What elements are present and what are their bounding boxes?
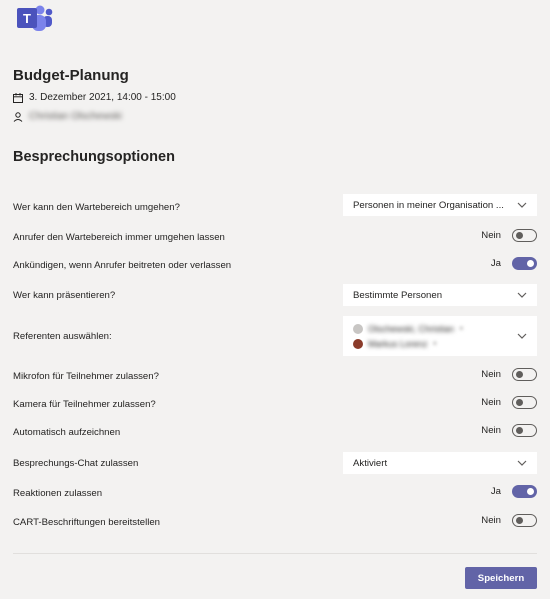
presenter-name: Markus Lorenz [368,338,428,349]
autorecord-toggle[interactable] [512,424,537,437]
avatar [353,338,363,349]
autorecord-toggle-group: Nein [481,424,537,437]
option-callers-bypass: Anrufer den Wartebereich immer umgehen l… [13,229,537,245]
remove-presenter-icon[interactable]: × [433,339,438,348]
camera-toggle-group: Nein [481,396,537,409]
toggle-state: Nein [481,425,501,436]
option-reactions: Reaktionen zulassen [13,485,537,501]
announce-toggle[interactable] [512,257,537,270]
chevron-down-icon [517,333,527,339]
lobby-bypass-dropdown[interactable]: Personen in meiner Organisation ... [343,194,537,216]
option-label: Mikrofon für Teilnehmer zulassen? [13,370,159,382]
meeting-organizer-row: Christian Olschewski [13,111,122,122]
svg-text:T: T [23,11,31,26]
option-camera: Kamera für Teilnehmer zulassen? [13,396,537,412]
reactions-toggle-group: Ja [491,485,537,498]
announce-toggle-group: Ja [491,257,537,270]
option-cart: CART-Beschriftungen bereitstellen [13,514,537,530]
option-label: Wer kann den Wartebereich umgehen? [13,201,180,213]
chat-dropdown[interactable]: Aktiviert [343,452,537,474]
toggle-state: Ja [490,486,501,497]
meeting-datetime: 3. Dezember 2021, 14:00 - 15:00 [29,92,176,103]
cart-toggle-group: Nein [481,514,537,527]
meeting-datetime-row: 3. Dezember 2021, 14:00 - 15:00 [13,92,176,103]
cart-toggle[interactable] [512,514,537,527]
section-title: Besprechungsoptionen [13,149,175,165]
option-autorecord: Automatisch aufzeichnen [13,424,537,440]
calendar-icon [13,92,23,103]
option-label: CART-Beschriftungen bereitstellen [13,516,161,528]
presenters-dropdown[interactable]: Bestimmte Personen [343,284,537,306]
dropdown-value: Bestimmte Personen [353,289,443,301]
option-label: Ankündigen, wenn Anrufer beitreten oder … [13,259,232,271]
option-label: Automatisch aufzeichnen [13,426,121,438]
toggle-state: Ja [490,258,501,269]
remove-presenter-icon[interactable]: × [459,324,464,333]
mic-toggle[interactable] [512,368,537,381]
toggle-state: Nein [481,230,501,241]
callers-bypass-toggle[interactable] [512,229,537,242]
chevron-down-icon [517,292,527,298]
option-label: Besprechungs-Chat zulassen [13,457,139,469]
reactions-toggle[interactable] [512,485,537,498]
save-button[interactable]: Speichern [465,567,537,589]
option-mic: Mikrofon für Teilnehmer zulassen? [13,368,537,384]
dropdown-value: Personen in meiner Organisation ... [353,199,504,211]
option-label: Wer kann präsentieren? [13,289,116,301]
option-label: Kamera für Teilnehmer zulassen? [13,398,156,410]
teams-logo: T [17,5,53,31]
toggle-state: Nein [481,397,501,408]
presenter-chip[interactable]: Olschewski, Christian × [353,323,464,334]
select-presenters-picker[interactable]: Olschewski, Christian × Markus Lorenz × [343,316,537,356]
mic-toggle-group: Nein [481,368,537,381]
divider [13,553,537,554]
chevron-down-icon [517,202,527,208]
option-label: Reaktionen zulassen [13,487,103,499]
chevron-down-icon [517,460,527,466]
option-label: Anrufer den Wartebereich immer umgehen l… [13,231,225,243]
meeting-title: Budget-Planung [13,67,129,84]
presenter-chip[interactable]: Markus Lorenz × [353,338,464,349]
dropdown-value: Aktiviert [353,457,388,469]
toggle-state: Nein [481,369,501,380]
presenter-list: Olschewski, Christian × Markus Lorenz × [353,323,464,349]
option-label: Referenten auswählen: [13,330,112,342]
camera-toggle[interactable] [512,396,537,409]
meeting-organizer: Christian Olschewski [29,111,122,122]
callers-bypass-toggle-group: Nein [481,229,537,242]
person-icon [13,111,23,122]
option-announce: Ankündigen, wenn Anrufer beitreten oder … [13,257,537,273]
avatar [353,323,363,334]
presenter-name: Olschewski, Christian [368,323,455,334]
toggle-state: Nein [481,515,501,526]
